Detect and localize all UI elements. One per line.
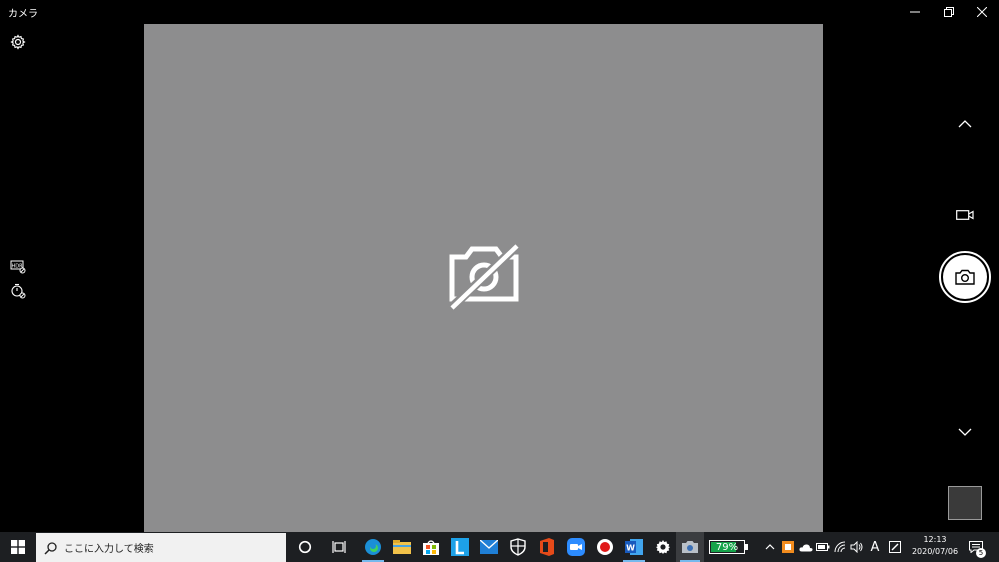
tray-onedrive[interactable] [797, 532, 815, 562]
svg-text:W: W [626, 544, 635, 553]
shield-icon [510, 538, 526, 556]
show-hidden-icons-button[interactable] [762, 532, 778, 562]
cortana-circle-icon [298, 540, 312, 554]
tray-battery[interactable] [815, 532, 831, 562]
mail-icon [480, 540, 498, 554]
settings-gear-icon [656, 540, 670, 554]
timer-button[interactable] [9, 282, 27, 300]
l-app-icon [451, 538, 469, 556]
clock-date: 2020/07/06 [911, 547, 959, 556]
camera-icon [955, 269, 975, 285]
task-view-icon [332, 541, 346, 553]
tray-wifi[interactable] [832, 532, 848, 562]
speaker-icon [850, 541, 863, 553]
tray-app-orange[interactable] [780, 532, 796, 562]
chevron-down-icon [958, 428, 972, 436]
record-icon [597, 539, 613, 555]
close-icon [977, 7, 987, 17]
battery-icon [816, 543, 830, 551]
scroll-up-button[interactable] [955, 116, 975, 132]
tray-pen[interactable] [887, 532, 903, 562]
clock[interactable]: 12:13 2020/07/06 [909, 534, 961, 558]
gear-icon [10, 34, 26, 50]
taskbar-app-camera[interactable] [676, 532, 704, 562]
search-box[interactable]: ここに入力して検索 [36, 533, 286, 562]
clock-time: 12:13 [923, 535, 947, 544]
video-camera-icon [956, 210, 974, 220]
camera-app-icon [682, 541, 698, 553]
settings-button[interactable] [9, 33, 27, 51]
task-view-button[interactable] [325, 532, 355, 562]
taskbar-app-settings[interactable] [648, 532, 678, 562]
minimize-button[interactable] [898, 0, 932, 24]
close-button[interactable] [965, 0, 999, 24]
battery-percent: 79% [715, 541, 739, 553]
taskbar-app-mail[interactable] [474, 532, 504, 562]
notification-count-badge: 5 [976, 548, 986, 558]
pen-workspace-icon [889, 541, 901, 553]
hdr-toggle-button[interactable]: HDR [9, 257, 27, 275]
restore-icon [944, 7, 954, 17]
wifi-icon [834, 541, 846, 553]
taskbar-app-edge[interactable] [358, 532, 388, 562]
camera-preview [144, 24, 823, 532]
search-placeholder: ここに入力して検索 [64, 544, 154, 555]
minimize-icon [910, 11, 920, 13]
battery-indicator[interactable]: 79% [709, 540, 745, 554]
cloud-icon [799, 543, 813, 551]
store-icon [423, 540, 439, 555]
last-capture-thumbnail[interactable] [948, 486, 982, 520]
taskbar-app-word[interactable]: W [619, 532, 649, 562]
take-photo-button[interactable] [939, 251, 991, 303]
taskbar-app-recorder[interactable] [590, 532, 620, 562]
hdr-off-icon: HDR [10, 260, 26, 274]
taskbar-app-zoom[interactable] [561, 532, 591, 562]
start-button[interactable] [0, 532, 36, 562]
battery-nub [745, 544, 748, 550]
chevron-up-icon [958, 120, 972, 128]
taskbar-app-office[interactable] [532, 532, 562, 562]
tray-volume[interactable] [849, 532, 865, 562]
office-icon [540, 538, 554, 556]
cortana-button[interactable] [290, 532, 320, 562]
zoom-icon [567, 538, 585, 556]
search-icon [44, 541, 57, 555]
edge-icon [365, 539, 381, 555]
taskbar-app-store[interactable] [416, 532, 446, 562]
restore-button[interactable] [932, 0, 966, 24]
word-icon: W [625, 539, 643, 555]
scroll-down-button[interactable] [955, 424, 975, 440]
folder-icon [393, 540, 411, 554]
taskbar-app-security[interactable] [503, 532, 533, 562]
orange-app-icon [782, 541, 794, 553]
chevron-up-small-icon [765, 544, 775, 550]
taskbar-app-file-explorer[interactable] [387, 532, 417, 562]
timer-off-icon [11, 283, 26, 299]
no-camera-icon [448, 243, 520, 313]
video-mode-button[interactable] [954, 207, 976, 223]
window-title: カメラ [8, 9, 38, 20]
ime-indicator[interactable]: A [866, 532, 884, 562]
title-bar: カメラ [0, 0, 999, 24]
taskbar-app-l[interactable] [445, 532, 475, 562]
windows-logo-icon [11, 540, 25, 554]
